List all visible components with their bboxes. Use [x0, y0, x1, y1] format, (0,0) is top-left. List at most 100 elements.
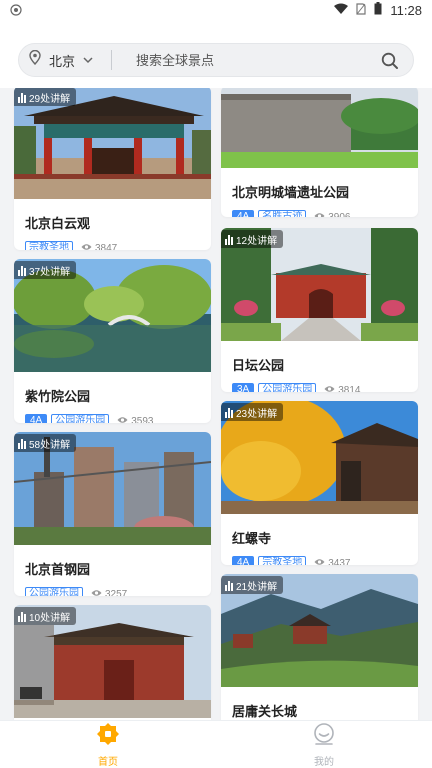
- category-badge: 名胜古迹: [258, 210, 307, 217]
- attraction-meta: 公园游乐园 3257: [25, 587, 211, 596]
- view-count: 3257: [91, 588, 128, 597]
- eye-icon: [117, 416, 128, 424]
- tab-me-label: 我的: [314, 757, 334, 768]
- view-count-value: 3814: [338, 384, 361, 393]
- guide-count: 37处讲解: [29, 266, 71, 278]
- attraction-meta: 4A 名胜古迹 3906: [232, 210, 418, 217]
- attraction-photo: 10处讲解: [14, 605, 211, 718]
- category-badge: 宗教圣地: [258, 556, 307, 565]
- guide-count-tag: 12处讲解: [221, 230, 284, 248]
- guide-count: 58处讲解: [29, 439, 71, 451]
- search-divider: [111, 50, 112, 70]
- audio-bars-icon: [225, 233, 233, 245]
- eye-icon: [314, 558, 325, 566]
- wifi-icon: [334, 3, 349, 18]
- attraction-name: 居庸关长城: [232, 704, 298, 719]
- level-badge: 4A: [25, 414, 48, 423]
- attraction-meta: 宗教圣地 3847: [25, 241, 211, 250]
- attraction-card[interactable]: 29处讲解 北京白云观 宗教圣地 3847: [14, 88, 211, 250]
- category-badge: 公园游乐园: [258, 383, 317, 392]
- category-badge: 宗教圣地: [25, 241, 73, 250]
- bottom-tab-bar: 首页 我的: [0, 720, 432, 768]
- attraction-feed: 29处讲解 北京白云观 宗教圣地 3847 37处讲解 紫竹院公园 4A 公园游…: [0, 88, 432, 720]
- guide-count-tag: 10处讲解: [14, 607, 77, 625]
- search-input[interactable]: [136, 52, 356, 68]
- guide-count-tag: 58处讲解: [14, 434, 77, 452]
- attraction-name: 红螺寺: [232, 531, 272, 546]
- eye-icon: [314, 212, 325, 217]
- search-header: 北京: [0, 20, 432, 88]
- tab-me[interactable]: 我的: [294, 721, 354, 768]
- guide-count-tag: 23处讲解: [221, 403, 284, 421]
- view-count: 3437: [314, 557, 351, 566]
- attraction-photo: 12处讲解: [221, 228, 418, 341]
- attraction-name: 紫竹院公园: [25, 389, 91, 404]
- attraction-meta: 3A 公园游乐园 3814: [232, 383, 418, 392]
- location-pin-icon: [29, 49, 41, 70]
- attraction-name: 北京明城墙遗址公园: [232, 185, 350, 200]
- attraction-card[interactable]: 23处讲解 红螺寺 4A 宗教圣地 3437: [221, 401, 418, 565]
- guide-count: 29处讲解: [29, 93, 71, 105]
- eye-icon: [324, 385, 335, 393]
- attraction-photo: [221, 88, 418, 168]
- view-count-value: 3906: [328, 211, 351, 218]
- view-count: 3593: [117, 415, 154, 424]
- level-badge: 4A: [232, 210, 255, 217]
- attraction-meta: 4A 宗教圣地 3437: [232, 556, 418, 565]
- attraction-photo: 37处讲解: [14, 259, 211, 372]
- search-icon[interactable]: [381, 52, 399, 70]
- user-icon: [312, 722, 336, 751]
- status-bar: 11:28: [0, 0, 432, 20]
- view-count-value: 3847: [95, 242, 118, 251]
- audio-bars-icon: [225, 579, 233, 591]
- view-count: 3906: [314, 211, 351, 218]
- attraction-photo: 23处讲解: [221, 401, 418, 514]
- guide-count-tag: 37处讲解: [14, 261, 77, 279]
- attraction-card[interactable]: 10处讲解: [14, 605, 211, 720]
- guide-count: 21处讲解: [236, 581, 278, 593]
- chevron-down-icon: [83, 51, 93, 69]
- attraction-photo: 58处讲解: [14, 432, 211, 545]
- tab-home[interactable]: 首页: [78, 721, 138, 768]
- search-bar: 北京: [18, 43, 414, 77]
- audio-bars-icon: [18, 91, 26, 103]
- eye-icon: [91, 589, 102, 597]
- attraction-photo: 29处讲解: [14, 88, 211, 199]
- system-notification-icon: [10, 4, 22, 16]
- audio-bars-icon: [225, 406, 233, 418]
- attraction-name: 日坛公园: [232, 358, 285, 373]
- view-count-value: 3257: [105, 588, 128, 597]
- eye-icon: [81, 243, 92, 251]
- city-selector[interactable]: 北京: [19, 44, 111, 76]
- audio-bars-icon: [18, 610, 26, 622]
- attraction-card[interactable]: 12处讲解 日坛公园 3A 公园游乐园 3814: [221, 228, 418, 392]
- level-badge: 4A: [232, 556, 255, 565]
- tab-home-label: 首页: [98, 757, 118, 768]
- view-count-value: 3437: [328, 557, 351, 566]
- guide-count-tag: 29处讲解: [14, 88, 77, 106]
- battery-icon: [374, 2, 382, 18]
- attraction-card[interactable]: 北京明城墙遗址公园 4A 名胜古迹 3906: [221, 88, 418, 217]
- attraction-card[interactable]: 58处讲解 北京首钢园 公园游乐园 3257: [14, 432, 211, 596]
- view-count: 3847: [81, 242, 118, 251]
- audio-bars-icon: [18, 437, 26, 449]
- category-badge: 公园游乐园: [51, 414, 110, 423]
- home-icon: [96, 722, 120, 751]
- view-count: 3814: [324, 384, 361, 393]
- guide-count: 10处讲解: [29, 612, 71, 624]
- clock-time: 11:28: [390, 2, 422, 18]
- city-label: 北京: [49, 53, 76, 69]
- sim-icon: [356, 2, 367, 18]
- guide-count: 12处讲解: [236, 235, 278, 247]
- attraction-card[interactable]: 37处讲解 紫竹院公园 4A 公园游乐园 3593: [14, 259, 211, 423]
- view-count-value: 3593: [131, 415, 154, 424]
- attraction-card[interactable]: 21处讲解 居庸关长城: [221, 574, 418, 720]
- attraction-meta: 4A 公园游乐园 3593: [25, 414, 211, 423]
- guide-count-tag: 21处讲解: [221, 576, 284, 594]
- attraction-name: 北京白云观: [25, 216, 91, 231]
- category-badge: 公园游乐园: [25, 587, 83, 596]
- level-badge: 3A: [232, 383, 255, 392]
- audio-bars-icon: [18, 264, 26, 276]
- attraction-name: 北京首钢园: [25, 562, 91, 577]
- guide-count: 23处讲解: [236, 408, 278, 420]
